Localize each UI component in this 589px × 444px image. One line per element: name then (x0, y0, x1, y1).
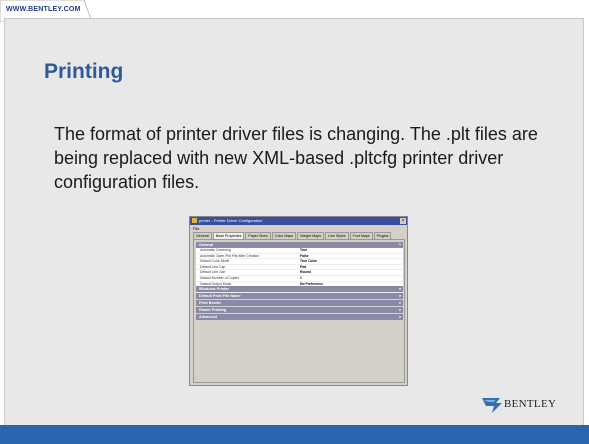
section-print-border[interactable]: Print Border v (196, 300, 403, 306)
slide-body-text: The format of printer driver files is ch… (54, 124, 538, 192)
dialog-title-bar: printer - Printer Driver Configuration × (190, 217, 407, 225)
property-key: Default Line Join (200, 270, 226, 275)
dialog-title: printer - Printer Driver Configuration (199, 218, 263, 223)
section-default-print-file-name[interactable]: Default Print File Name v (196, 293, 403, 299)
dialog-tabs: General Base Properties Paper Sizes Colo… (193, 232, 405, 239)
chevron-down-icon: v (398, 294, 401, 298)
menu-file[interactable]: File (193, 226, 199, 231)
section-label: Advanced (199, 315, 218, 319)
tab-general[interactable]: General (193, 232, 212, 239)
property-key: Automatic Open Plot File After Creation (200, 253, 260, 258)
section-label: Print Border (199, 301, 222, 305)
section-advanced[interactable]: Advanced v (196, 314, 403, 320)
section-label: Windows Printer (199, 287, 229, 291)
property-key: Default Line Cap (200, 264, 226, 269)
property-value: False (300, 253, 309, 258)
property-value: True Color (300, 259, 317, 264)
chevron-down-icon: v (398, 301, 401, 305)
tab-font-maps[interactable]: Font Maps (349, 232, 373, 239)
property-value: True (300, 248, 308, 252)
bentley-logo-text: BENTLEY (504, 398, 557, 410)
section-label: Raster Printing (199, 308, 227, 312)
property-key: Automatic Centering (200, 248, 231, 252)
tab-color-maps[interactable]: Color Maps (271, 232, 297, 239)
printer-driver-configuration-dialog: printer - Printer Driver Configuration ×… (189, 216, 408, 386)
chevron-down-icon: v (398, 308, 401, 312)
section-windows-printer[interactable]: Windows Printer v (196, 286, 403, 292)
tab-paper-sizes[interactable]: Paper Sizes (245, 232, 271, 239)
properties-panel: General ^ Automatic Centering True Automa… (193, 239, 405, 383)
section-label: Default Print File Name (199, 294, 241, 298)
property-value: Round (300, 270, 311, 275)
tab-weight-maps[interactable]: Weight Maps (297, 232, 325, 239)
chevron-down-icon: v (398, 287, 401, 291)
tab-plugins[interactable]: Plugins (373, 232, 392, 239)
website-url[interactable]: WWW.BENTLEY.COM (6, 6, 81, 13)
property-key: Default Color Mode (200, 259, 230, 264)
property-value: 1 (300, 275, 302, 280)
property-value: Flat (300, 264, 307, 269)
section-raster-printing[interactable]: Raster Printing v (196, 307, 403, 313)
chevron-down-icon: v (398, 315, 401, 319)
close-icon[interactable]: × (400, 218, 406, 224)
footer-bar (0, 425, 589, 444)
tab-line-styles[interactable]: Line Styles (325, 232, 349, 239)
tab-base-properties[interactable]: Base Properties (212, 232, 245, 239)
app-icon (192, 218, 197, 223)
property-key: Default Number of Copies (200, 275, 240, 280)
slide-title: Printing (44, 60, 124, 83)
